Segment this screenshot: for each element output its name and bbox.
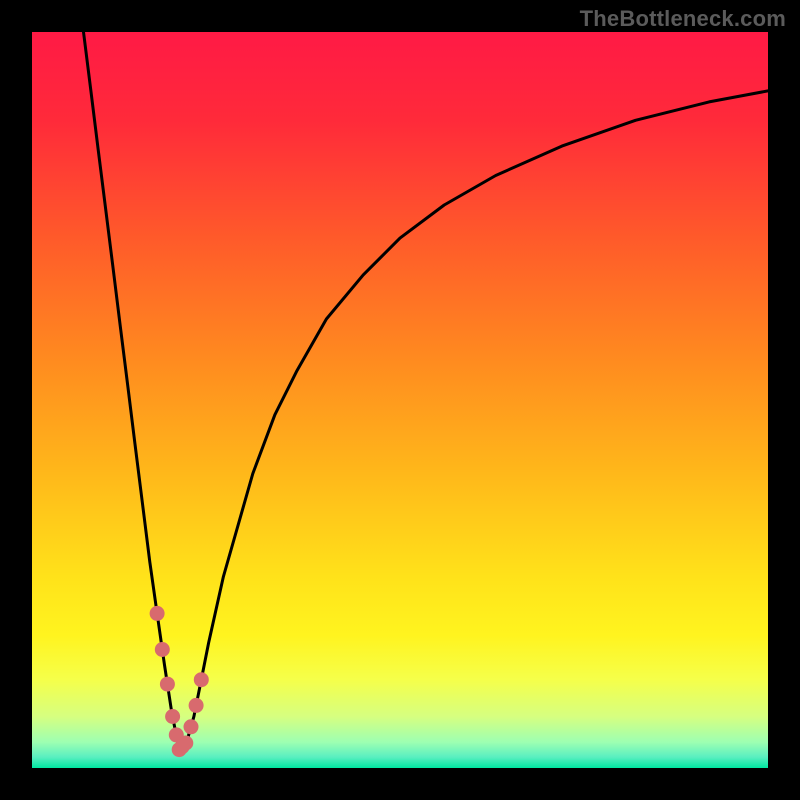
- outer-frame: TheBottleneck.com: [0, 0, 800, 800]
- curve-bead: [184, 719, 199, 734]
- curve-bead: [189, 698, 204, 713]
- curve-bead: [150, 606, 165, 621]
- gradient-background: [32, 32, 768, 768]
- watermark-text: TheBottleneck.com: [580, 6, 786, 32]
- curve-bead: [160, 677, 175, 692]
- curve-bead: [178, 736, 193, 751]
- curve-bead: [155, 642, 170, 657]
- chart-svg: [32, 32, 768, 768]
- curve-bead: [165, 709, 180, 724]
- curve-bead: [194, 672, 209, 687]
- plot-area: [32, 32, 768, 768]
